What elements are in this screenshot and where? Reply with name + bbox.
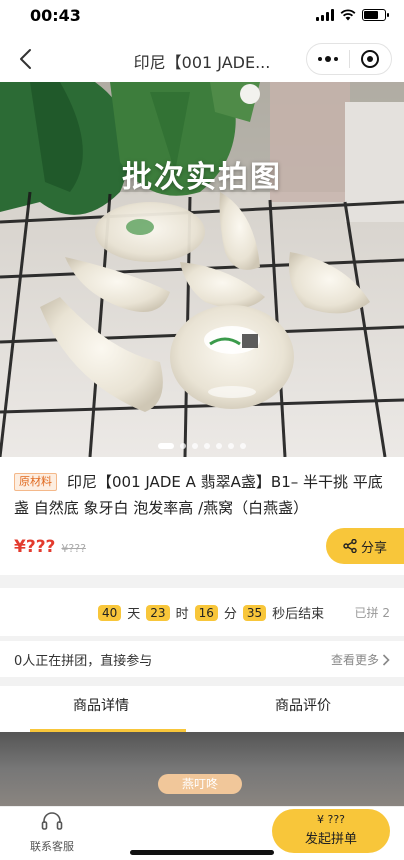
battery-icon [362, 9, 389, 21]
countdown-timer: 40 天 23 时 16 分 35 秒后结束 [98, 603, 324, 622]
headset-icon [41, 812, 63, 830]
carousel-dot[interactable] [240, 443, 246, 449]
carousel-indicator [0, 443, 404, 449]
hero-caption: 批次实拍图 [122, 160, 282, 195]
carousel-dot[interactable] [192, 443, 198, 449]
carousel-dot[interactable] [216, 443, 222, 449]
share-label: 分享 [360, 540, 387, 556]
page-title: 印尼【001 JADE... [133, 53, 271, 72]
status-time: 00:43 [30, 6, 81, 25]
signal-icon [316, 9, 334, 21]
tab-product-reviews[interactable]: 商品评价 [202, 686, 404, 732]
carousel-dot[interactable] [180, 443, 186, 449]
mini-program-capsule [306, 43, 392, 75]
group-buy-row: 0人正在拼团，直接参与 查看更多 [0, 641, 404, 677]
original-price: ¥??? [61, 542, 86, 555]
countdown-seconds: 35 [242, 604, 267, 621]
product-title-text: 印尼【001 JADE A 翡翠A盏】B1– 半干挑 平底盏 自然底 象牙白 泡… [14, 473, 383, 517]
carousel-dot[interactable] [204, 443, 210, 449]
group-buy-price: ¥ ??? [316, 813, 345, 826]
product-photo [0, 82, 404, 457]
product-info: 原材料 印尼【001 JADE A 翡翠A盏】B1– 半干挑 平底盏 自然底 象牙… [0, 457, 404, 575]
wifi-icon [340, 9, 356, 21]
customer-service-label: 联系客服 [30, 840, 74, 853]
countdown-days: 40 [98, 604, 122, 621]
minutes-unit: 分 [223, 607, 237, 622]
price-row: ¥??? ¥??? [14, 537, 86, 557]
detail-image: 燕叮咚 [0, 732, 404, 806]
price: ¥??? [14, 537, 56, 557]
carousel-dot[interactable] [158, 443, 174, 449]
seconds-suffix: 秒后结束 [272, 607, 325, 622]
home-indicator [130, 850, 274, 855]
nav-bar: 印尼【001 JADE... [0, 36, 404, 82]
tab-product-details[interactable]: 商品详情 [0, 686, 202, 732]
back-icon[interactable] [14, 46, 40, 72]
group-countdown: 40 天 23 时 16 分 35 秒后结束 已拼 2 [0, 588, 404, 636]
product-image-carousel[interactable]: 批次实拍图 [0, 82, 404, 457]
category-tag: 原材料 [14, 473, 57, 491]
share-icon [343, 539, 357, 553]
days-unit: 天 [127, 607, 141, 622]
more-icon[interactable] [307, 56, 349, 62]
detail-brand-chip: 燕叮咚 [158, 774, 242, 794]
view-more-link[interactable]: 查看更多 [331, 651, 390, 668]
start-group-buy-button[interactable]: ¥ ??? 发起拼单 [272, 809, 390, 853]
status-icons [316, 9, 389, 21]
status-bar: 00:43 [0, 0, 404, 36]
countdown-minutes: 16 [194, 604, 218, 621]
group-buy-label: 发起拼单 [304, 832, 357, 847]
carousel-dot[interactable] [228, 443, 234, 449]
product-title: 原材料 印尼【001 JADE A 翡翠A盏】B1– 半干挑 平底盏 自然底 象牙… [14, 469, 390, 521]
close-miniprogram-icon[interactable] [350, 50, 391, 68]
countdown-hours: 23 [146, 604, 170, 621]
view-more-label: 查看更多 [330, 653, 379, 667]
chevron-right-icon [382, 653, 390, 666]
share-button[interactable]: 分享 [326, 528, 404, 564]
customer-service-button[interactable]: 联系客服 [26, 811, 78, 854]
joined-count: 已拼 2 [354, 606, 390, 620]
detail-tabs: 商品详情 商品评价 [0, 686, 404, 732]
group-status-text: 0人正在拼团，直接参与 [14, 654, 153, 669]
hours-unit: 时 [175, 607, 189, 622]
